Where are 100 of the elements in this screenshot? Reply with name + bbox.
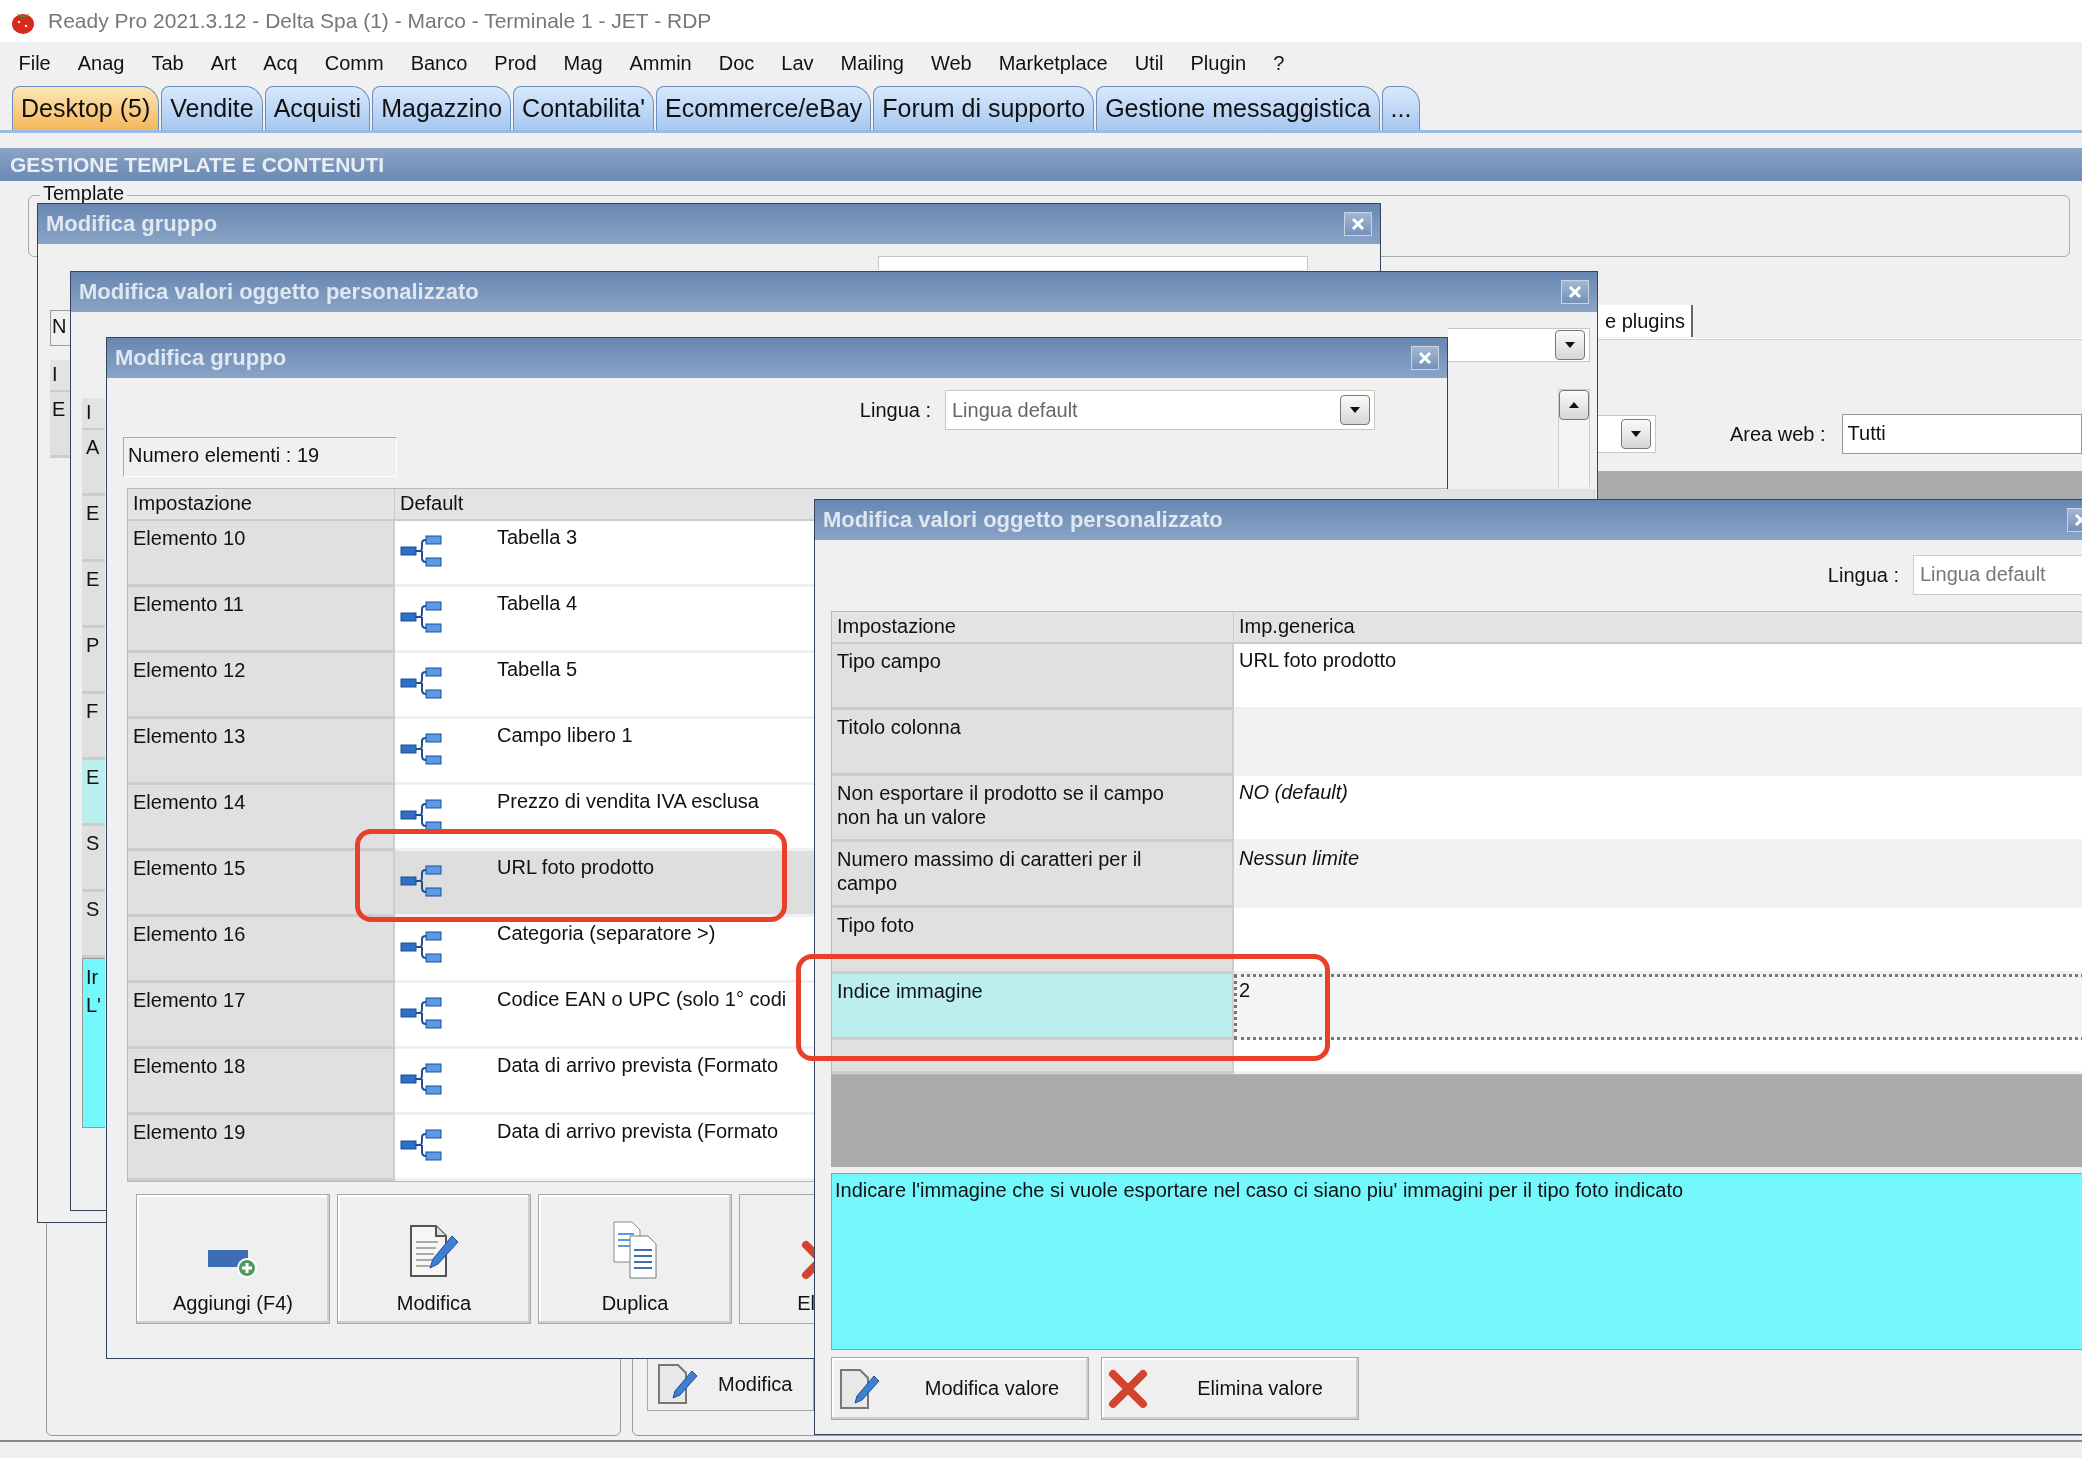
menu-item[interactable]: Art [197,51,250,75]
section-title: GESTIONE TEMPLATE E CONTENUTI [0,148,2082,181]
tab[interactable]: Gestione messaggistica [1096,86,1380,130]
tab[interactable]: Magazzino [372,86,512,130]
description-text: Indicare l'immagine che si vuole esportare nel caso ci siano piu' immagini per il tipo foto indicato [831,1173,2082,1350]
toolbar-button[interactable]: Modifica [337,1194,531,1324]
menu-item[interactable]: Util [1121,51,1177,75]
hierarchy-icon [400,864,443,898]
edit-button[interactable]: Modifica [647,1357,814,1411]
table-cell: A [82,430,105,496]
table-cell: Elemento 14 [128,785,395,851]
menu-item[interactable]: Prod [480,51,551,75]
cell-text: Categoria (separatore >) [497,922,716,945]
delete-icon [1108,1368,1148,1409]
close-button[interactable] [1561,280,1589,304]
menu-item[interactable]: Banco [397,51,481,75]
menu-item[interactable]: ? [1259,51,1298,75]
menu-item[interactable]: Acq [249,51,312,75]
table-cell: Tipo campo [832,644,1234,710]
window-title: Modifica gruppo [115,345,287,371]
menu-item[interactable]: Web [917,51,986,75]
hierarchy-icon [400,666,443,700]
action-button[interactable]: Elimina valore [1101,1357,1359,1420]
cell-text: Prezzo di vendita IVA esclusa [497,790,759,813]
menu-item[interactable]: Mag [550,51,616,75]
description-text: Ir L' [82,958,105,1128]
action-button[interactable]: Modifica valore [831,1357,1089,1420]
table-cell: E [50,392,70,458]
cell-text: URL foto prodotto [497,856,655,879]
dropdown-button[interactable] [1621,419,1651,449]
dropdown[interactable] [1448,328,1590,362]
dropdown-button[interactable] [1340,395,1370,425]
table-cell: Elemento 16 [128,917,395,983]
dropdown[interactable] [1598,415,1656,453]
language-dropdown[interactable]: Lingua default [945,390,1375,430]
column-header: Impostazione [832,612,1234,644]
menu-item[interactable]: Anag [64,51,138,75]
menu-item[interactable]: Tab [137,51,198,75]
menu-item[interactable]: Lav [767,51,828,75]
column-header: Imp.generica [1234,612,2082,644]
menu-item[interactable]: Marketplace [985,51,1122,75]
cell-text: Tabella 4 [497,592,578,615]
tab[interactable]: Vendite [161,86,263,130]
table-cell: Elemento 12 [128,653,395,719]
tab[interactable]: Desktop (5) [12,86,160,130]
hierarchy-icon [400,732,443,766]
table-cell: S [82,826,105,892]
tab[interactable]: Forum di supporto [873,86,1095,130]
cell-text: Data di arrivo prevista (Formato [497,1120,779,1143]
tab[interactable]: Ecommerce/eBay [656,86,872,130]
group-label: Template [40,182,128,205]
toolbar-button[interactable]: Aggiungi (F4) [136,1194,330,1324]
table-cell: E [82,496,105,562]
table-header: I [50,360,70,392]
table-cell: Elemento 17 [128,983,395,1049]
table-cell: Elemento 18 [128,1049,395,1115]
language-field[interactable]: Lingua default [1913,555,2082,595]
close-button[interactable] [1344,212,1372,236]
menu-item[interactable]: Mailing [827,51,918,75]
hierarchy-icon [400,798,443,832]
menu-item[interactable]: File [5,51,65,75]
table-cell: P [82,628,105,694]
table-cell: Elemento 13 [128,719,395,785]
table-cell: Nessun limite [1234,842,2082,908]
menu-item[interactable]: Comm [311,51,398,75]
tab[interactable]: e plugins [1598,305,1694,337]
scrollbar[interactable] [1558,389,1590,487]
tab[interactable]: Contabilita' [513,86,654,130]
table-cell: S [82,892,105,958]
hierarchy-icon [400,1062,443,1096]
table-cell: 2 [1234,974,2082,1040]
close-button[interactable] [1411,346,1439,370]
toolbar-button[interactable]: El [739,1194,815,1324]
menu-item[interactable]: Plugin [1177,51,1260,75]
menu-item[interactable]: Ammin [616,51,706,75]
cell-text: Data di arrivo prevista (Formato [497,1054,779,1077]
hierarchy-icon [400,600,443,634]
hierarchy-icon [400,534,443,568]
table-cell: Non esportare il prodotto se il campo non ha un valore [832,776,1234,842]
menu-item[interactable]: Doc [705,51,768,75]
cell-text: Tabella 3 [497,526,578,549]
tab[interactable]: ... [1381,86,1421,130]
scroll-up-button[interactable] [1559,390,1589,420]
toolbar-button[interactable]: Duplica [538,1194,732,1324]
number-field: N [50,310,70,346]
table-cell: E [82,760,105,826]
table-cell: Elemento 10 [128,521,395,587]
cross-icon [801,1240,815,1280]
column-header: Impostazione [128,489,395,521]
cell-text: Codice EAN o UPC (solo 1° codi [497,988,787,1011]
edit-icon [838,1367,882,1410]
window-title: Modifica gruppo [46,211,218,237]
cell-text: Campo libero 1 [497,724,633,747]
documents-icon [612,1220,658,1280]
tab[interactable]: Acquisti [264,86,371,130]
area-web-field[interactable]: Tutti [1841,414,2082,454]
dropdown-button[interactable] [1555,330,1585,360]
table-cell: Titolo colonna [832,710,1234,776]
window-title: Modifica valori oggetto personalizzato [79,279,479,305]
close-icon [1566,283,1584,301]
